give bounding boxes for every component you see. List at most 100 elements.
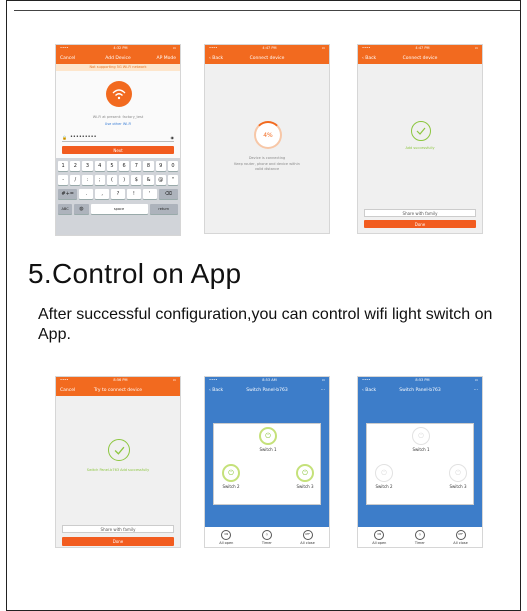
nav-title: Switch Panel-b763 [246, 387, 288, 393]
next-button[interactable]: Next [62, 146, 174, 154]
status-bar: •••• 8:53 PM ▭ [362, 378, 478, 382]
key[interactable]: & [143, 175, 154, 185]
all-close-button[interactable]: OFF All close [300, 529, 315, 545]
key[interactable]: 3 [82, 161, 93, 171]
space-key[interactable]: space [90, 204, 148, 214]
key[interactable]: - [58, 175, 69, 185]
section-paragraph: After successful configuration,you can c… [38, 306, 493, 343]
cancel-button[interactable]: Cancel [60, 56, 75, 61]
key[interactable]: ) [119, 175, 130, 185]
clock-icon: ◷ [261, 529, 272, 540]
share-button[interactable]: Share with family [62, 525, 174, 533]
switch-3-button[interactable]: ⏻ [449, 464, 467, 482]
key[interactable]: ' [142, 189, 157, 199]
power-off-icon: OFF [455, 529, 466, 540]
clock-icon: ◷ [414, 529, 425, 540]
done-button[interactable]: Done [62, 537, 174, 546]
symbols-key[interactable]: #+= [58, 189, 78, 199]
key[interactable]: ! [126, 189, 141, 199]
switch-2-label: Switch 2 [222, 484, 240, 489]
password-field[interactable]: 🔒 ••••••••• ◉ [62, 133, 174, 142]
switch-1-button[interactable]: ⏻ [259, 427, 277, 445]
all-open-button[interactable]: ON All open [372, 529, 386, 545]
switch-2-button[interactable]: ⏻ [222, 464, 240, 482]
use-other-wifi-link[interactable]: Use other Wi-Fi [56, 122, 180, 126]
key[interactable]: 8 [143, 161, 154, 171]
wifi-icon [106, 81, 132, 107]
key[interactable]: " [167, 175, 179, 185]
switch-panel: ⏻ Switch 1 ⏻ Switch 2 ⏻ Switch 3 [366, 423, 474, 505]
nav-title: Connect device [402, 55, 438, 61]
share-button[interactable]: Share with family [364, 209, 476, 217]
key[interactable]: 6 [119, 161, 130, 171]
key[interactable]: 9 [155, 161, 166, 171]
key[interactable]: ( [106, 175, 118, 185]
all-open-button[interactable]: ON All open [219, 529, 233, 545]
progress-ring: 4% [254, 121, 282, 149]
done-button[interactable]: Done [364, 220, 476, 228]
cancel-button[interactable]: Cancel [60, 388, 75, 393]
back-button[interactable]: ‹ Back [362, 56, 376, 61]
bottom-bar: ON All open ◷ Timer OFF All close [358, 527, 482, 547]
nav-bar: ‹ Back Connect device [205, 52, 329, 64]
ap-mode-button[interactable]: AP Mode [157, 56, 176, 61]
key[interactable]: $ [131, 175, 142, 185]
all-close-button[interactable]: OFF All close [453, 529, 468, 545]
backspace-icon[interactable]: ⌫ [158, 189, 178, 199]
phone-switch-panel-off: •••• 8:53 PM ▭ ‹ Back Switch Panel-b763 ··… [357, 376, 483, 548]
key[interactable]: ? [111, 189, 125, 199]
nav-bar: Cancel Try to connect device [56, 384, 180, 396]
check-icon [411, 121, 431, 141]
distance-text-1: Keep router, phone and device within [234, 162, 300, 166]
timer-button[interactable]: ◷ Timer [414, 529, 425, 545]
power-on-icon: ON [221, 529, 232, 540]
key[interactable]: , [95, 189, 110, 199]
nav-bar: ‹ Back Switch Panel-b763 ··· [205, 384, 329, 396]
status-bar: •••• 8:56 PM ▭ [60, 378, 176, 382]
phone-connecting: •••• 4:47 PM ▭ ‹ Back Connect device 4% De… [204, 44, 330, 234]
back-button[interactable]: ‹ Back [209, 56, 223, 61]
warning-banner: Not supporting 5G Wi-Fi network [56, 64, 180, 71]
status-bar: •••• 4:47 PM ▭ [209, 46, 325, 50]
key[interactable]: . [79, 189, 94, 199]
key[interactable]: : [82, 175, 93, 185]
status-bar: •••• 4:47 PM ▭ [362, 46, 478, 50]
back-button[interactable]: ‹ Back [209, 388, 223, 393]
power-off-icon: OFF [302, 529, 313, 540]
key[interactable]: @ [155, 175, 166, 185]
phone-add-device: •••• 4:32 PM ▭ Cancel Add Device AP Mode N… [55, 44, 181, 236]
back-button[interactable]: ‹ Back [362, 388, 376, 393]
switch-3-button[interactable]: ⏻ [296, 464, 314, 482]
top-rule [14, 10, 520, 11]
switch-3-label: Switch 3 [449, 484, 467, 489]
globe-key[interactable]: ◍ [74, 204, 89, 214]
phone-add-success: •••• 4:47 PM ▭ ‹ Back Connect device Add s… [357, 44, 483, 234]
key[interactable]: / [70, 175, 81, 185]
eye-icon[interactable]: ◉ [171, 135, 175, 140]
bottom-bar: ON All open ◷ Timer OFF All close [205, 527, 329, 547]
switch-1-label: Switch 1 [259, 447, 277, 452]
key[interactable]: ; [94, 175, 105, 185]
abc-key[interactable]: ABC [58, 204, 73, 214]
return-key[interactable]: return [149, 204, 178, 214]
switch-1-button[interactable]: ⏻ [412, 427, 430, 445]
key[interactable]: 5 [106, 161, 118, 171]
switch-panel: ⏻ Switch 1 ⏻ Switch 2 ⏻ Switch 3 [213, 423, 321, 505]
key[interactable]: 0 [167, 161, 179, 171]
switch-2-button[interactable]: ⏻ [375, 464, 393, 482]
nav-title: Connect device [249, 55, 285, 61]
more-icon[interactable]: ··· [321, 388, 325, 393]
more-icon[interactable]: ··· [474, 388, 478, 393]
distance-text-2: valid distance [254, 167, 280, 171]
status-bar: •••• 4:32 PM ▭ [60, 46, 176, 50]
nav-bar: ‹ Back Switch Panel-b763 ··· [358, 384, 482, 396]
key[interactable]: 4 [94, 161, 105, 171]
status-bar: •••• 8:53 AM ▭ [209, 378, 325, 382]
key[interactable]: 7 [131, 161, 142, 171]
check-icon [108, 439, 130, 461]
nav-bar: Cancel Add Device AP Mode [56, 52, 180, 64]
progress-percent: 4% [263, 131, 273, 139]
timer-button[interactable]: ◷ Timer [261, 529, 272, 545]
key[interactable]: 2 [70, 161, 81, 171]
key[interactable]: 1 [58, 161, 69, 171]
